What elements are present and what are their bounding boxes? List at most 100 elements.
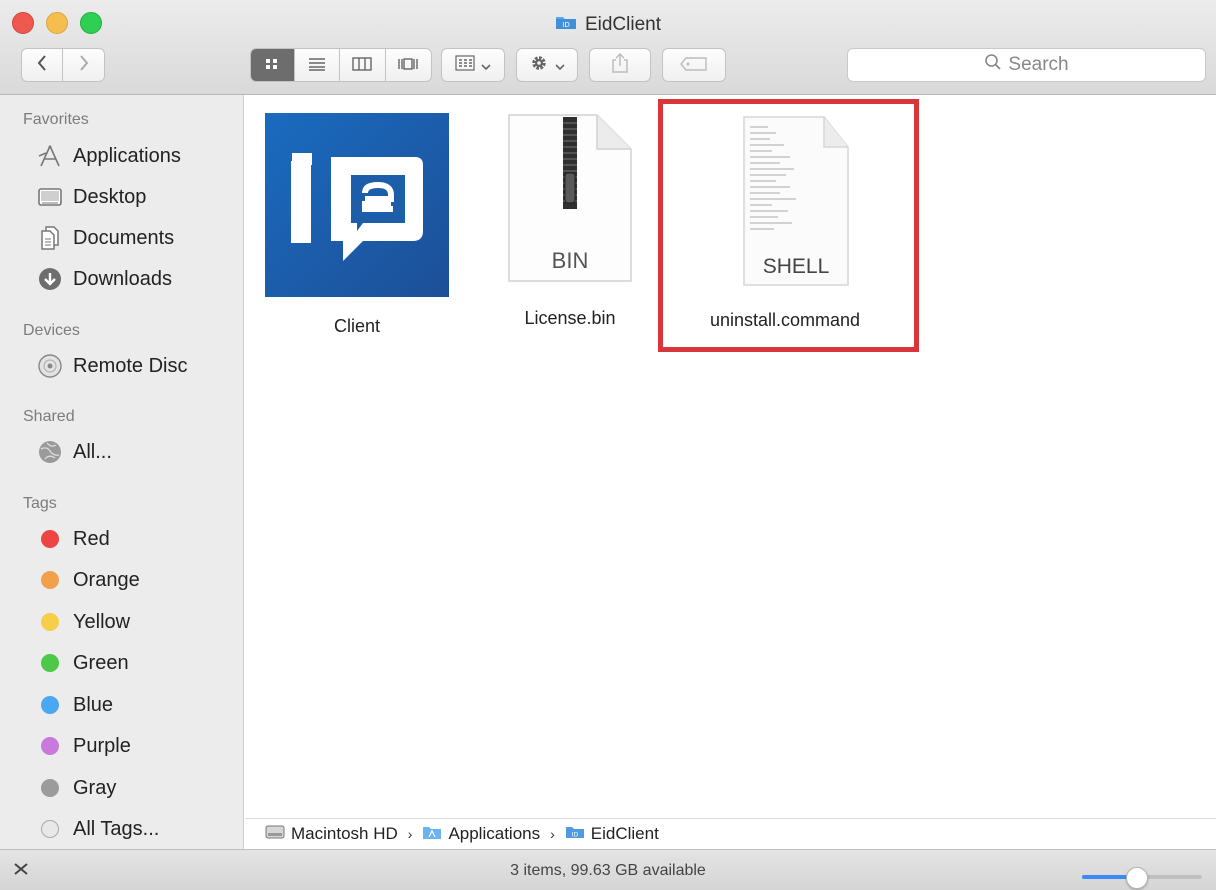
disc-icon: [37, 353, 63, 379]
zip-document-icon: BIN: [505, 113, 635, 283]
sidebar-item-desktop[interactable]: Desktop: [37, 181, 146, 213]
highlight-box: [658, 99, 919, 352]
tag-color-dot: [41, 737, 59, 755]
search-icon: [984, 53, 1002, 77]
arrange-icon: [455, 54, 475, 76]
tag-gray[interactable]: Gray: [37, 772, 116, 804]
section-header-favorites: Favorites: [23, 111, 89, 128]
tag-label: Orange: [73, 568, 140, 591]
share-button[interactable]: [589, 48, 651, 82]
tag-yellow[interactable]: Yellow: [37, 606, 130, 638]
file-item-license[interactable]: BIN License.bin: [478, 113, 662, 329]
folder-icon: ID: [565, 824, 585, 844]
path-item-applications[interactable]: Applications: [448, 824, 540, 844]
file-type-badge: BIN: [551, 248, 589, 273]
tag-label: Purple: [73, 734, 131, 757]
sidebar-item-remote-disc[interactable]: Remote Disc: [37, 350, 187, 382]
network-icon: [37, 439, 63, 465]
documents-icon: [37, 225, 63, 251]
window-title-text: EidClient: [584, 14, 662, 35]
slider-knob[interactable]: [1126, 867, 1148, 889]
applications-icon: [37, 143, 63, 169]
path-separator-icon: ›: [550, 826, 555, 842]
tag-red[interactable]: Red: [37, 523, 110, 555]
search-placeholder: Search: [1008, 54, 1069, 75]
column-view-button[interactable]: [340, 49, 386, 81]
icon-size-slider[interactable]: [1082, 867, 1202, 889]
all-tags-icon: [41, 820, 59, 838]
file-name: Client: [333, 316, 381, 336]
section-header-shared: Shared: [23, 408, 75, 425]
tag-purple[interactable]: Purple: [37, 730, 131, 762]
share-icon: [611, 52, 629, 79]
sidebar: Favorites Applications Desktop Documents…: [0, 95, 244, 849]
chevron-left-icon: [36, 54, 48, 77]
sidebar-item-applications[interactable]: Applications: [37, 140, 181, 172]
nav-buttons: [21, 48, 105, 82]
sidebar-item-all-shared[interactable]: All...: [37, 436, 112, 468]
tag-color-dot: [41, 530, 59, 548]
tag-color-dot: [41, 779, 59, 797]
sidebar-item-documents[interactable]: Documents: [37, 222, 174, 254]
arrange-button[interactable]: [441, 48, 505, 82]
path-item-macintosh-hd[interactable]: Macintosh HD: [291, 824, 398, 844]
column-view-icon: [352, 55, 372, 76]
cover-flow-icon: [397, 55, 419, 76]
path-item-eidclient[interactable]: EidClient: [591, 824, 659, 844]
view-mode-group: [250, 48, 432, 82]
downloads-icon: [37, 266, 63, 292]
action-button[interactable]: [516, 48, 578, 82]
tag-color-dot: [41, 654, 59, 672]
tag-color-dot: [41, 613, 59, 631]
search-field[interactable]: Search: [847, 48, 1206, 82]
cover-flow-button[interactable]: [386, 49, 431, 81]
chevron-down-icon: [481, 55, 491, 76]
svg-text:ID: ID: [572, 832, 579, 839]
tag-label: Gray: [73, 776, 117, 799]
file-item-client[interactable]: Client: [258, 113, 456, 337]
tag-label: Green: [73, 651, 129, 674]
section-header-tags: Tags: [23, 495, 57, 512]
status-bar: 3 items, 99.63 GB available: [0, 849, 1216, 890]
tag-green[interactable]: Green: [37, 647, 129, 679]
section-header-devices: Devices: [23, 322, 80, 339]
sidebar-item-label: All...: [73, 440, 112, 463]
list-view-icon: [308, 55, 326, 76]
tag-label: Red: [73, 527, 110, 550]
applications-folder-icon: [422, 824, 442, 845]
list-view-button[interactable]: [295, 49, 341, 81]
window-title: ID EidClient: [0, 14, 1216, 36]
chevron-down-icon: [555, 55, 565, 76]
hard-drive-icon: [265, 824, 285, 845]
sidebar-item-label: Remote Disc: [73, 354, 188, 377]
path-bar: Macintosh HD › Applications › ID EidClie…: [245, 818, 1216, 849]
icon-view-button[interactable]: [251, 49, 295, 81]
app-icon: [265, 113, 449, 302]
desktop-icon: [37, 184, 63, 210]
sidebar-item-label: Downloads: [73, 267, 172, 290]
sidebar-item-downloads[interactable]: Downloads: [37, 263, 172, 295]
gear-icon: [529, 53, 549, 78]
sidebar-item-label: Documents: [73, 226, 175, 249]
tag-button[interactable]: [662, 48, 726, 82]
forward-button[interactable]: [63, 49, 104, 81]
tag-orange[interactable]: Orange: [37, 564, 140, 596]
tag-color-dot: [41, 571, 59, 589]
icon-view-icon: [264, 55, 280, 76]
folder-icon: ID: [555, 14, 577, 36]
sidebar-item-label: Applications: [73, 144, 181, 167]
path-separator-icon: ›: [407, 826, 413, 842]
chevron-right-icon: [78, 54, 90, 77]
back-button[interactable]: [22, 49, 64, 81]
tag-label: All Tags...: [73, 817, 160, 840]
tag-all-tags[interactable]: All Tags...: [37, 813, 159, 845]
sidebar-item-label: Desktop: [73, 185, 147, 208]
tag-color-dot: [41, 696, 59, 714]
status-text: 3 items, 99.63 GB available: [510, 862, 706, 879]
toolbar: ID EidClient Search: [0, 0, 1216, 95]
tag-blue[interactable]: Blue: [37, 689, 113, 721]
file-name: License.bin: [524, 308, 616, 328]
finder-window: ID EidClient Search Favorites Applicatio…: [0, 0, 1216, 890]
tag-icon: [680, 55, 708, 76]
tag-label: Blue: [73, 693, 114, 716]
